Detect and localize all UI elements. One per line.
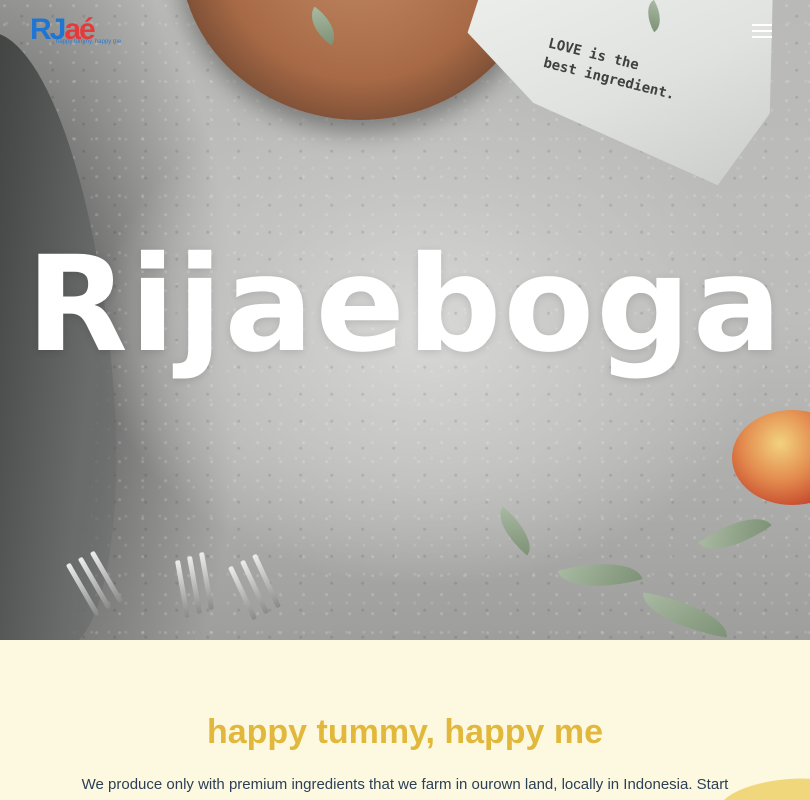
intro-text: We produce only with premium ingredients… (81, 776, 729, 793)
hero-banner: LOVE is the best ingredient. Rijaeboga (0, 0, 810, 640)
forks-image (65, 540, 330, 640)
hero-title: Rijaeboga (26, 228, 784, 382)
hamburger-menu-icon[interactable] (752, 20, 774, 40)
site-logo[interactable]: RJaé happy tummy, happy me (30, 11, 121, 49)
logo-tagline: happy tummy, happy me (56, 39, 122, 45)
intro-title: happy tummy, happy me (206, 713, 604, 751)
